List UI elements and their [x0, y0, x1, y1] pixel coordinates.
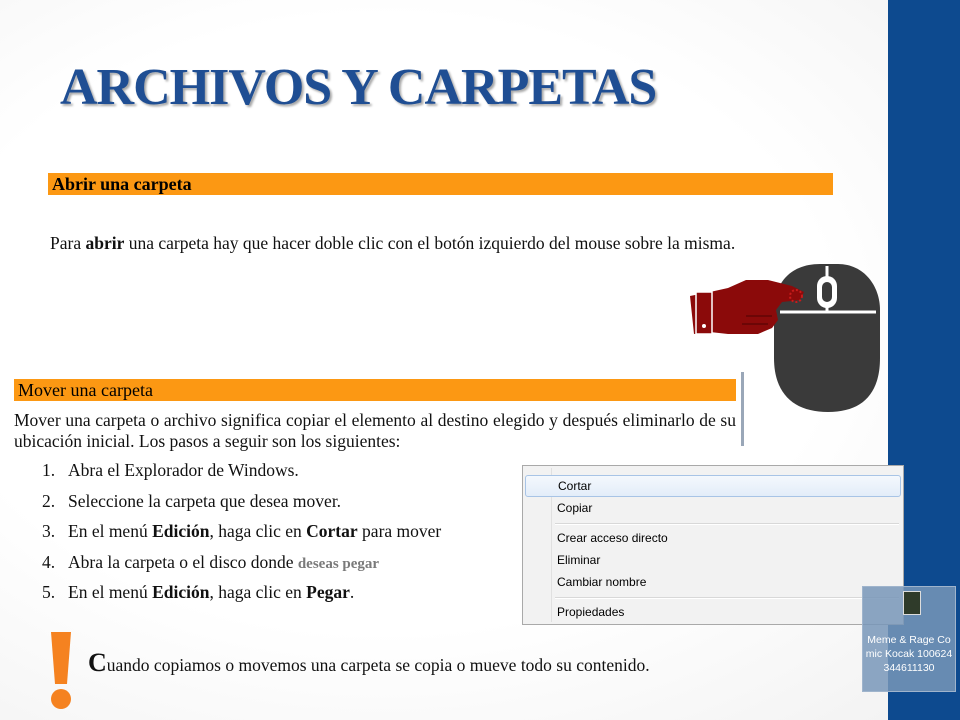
step-number: 5.	[42, 582, 56, 602]
exclamation-icon	[51, 632, 71, 709]
move-step-2: 2. Seleccione la carpeta que desea mover.	[42, 491, 441, 522]
step-text: , haga clic en	[209, 521, 307, 541]
open-folder-paragraph: Para abrir una carpeta hay que hacer dob…	[50, 233, 736, 253]
image-frame-edge	[741, 372, 744, 446]
section-heading-move-folder: Mover una carpeta	[14, 379, 736, 401]
move-step-5: 5. En el menú Edición, haga clic en Pegar…	[42, 582, 441, 613]
slide-title: ARCHIVOS Y CARPETAS	[60, 59, 657, 116]
move-steps-list: 1. Abra el Explorador de Windows. 2. Selecc…	[42, 460, 441, 613]
step-text: Abra el Explorador de Windows.	[68, 460, 299, 480]
step-text: En el menú	[68, 582, 153, 602]
move-step-3: 3. En el menú Edición, haga clic en Corta…	[42, 521, 441, 552]
context-menu: Cortar Copiar Crear acceso directo Elimi…	[522, 465, 904, 625]
section-heading-open-folder: Abrir una carpeta	[48, 173, 833, 195]
image-file-icon	[903, 591, 921, 615]
step-number: 3.	[42, 521, 56, 541]
context-menu-item-eliminar[interactable]: Eliminar	[525, 549, 901, 571]
step-number: 1.	[42, 460, 56, 480]
step-text: , haga clic en	[209, 582, 307, 602]
step-number: 2.	[42, 490, 56, 511]
context-menu-item-cambiar-nombre[interactable]: Cambiar nombre	[525, 571, 901, 593]
step-text: Seleccione la carpeta que desea mover.	[68, 490, 342, 511]
note-paragraph: Cuando copiamos o movemos una carpeta se…	[88, 648, 650, 677]
move-folder-paragraph: Mover una carpeta o archivo significa co…	[14, 410, 736, 451]
step-text: para mover	[357, 521, 442, 541]
context-menu-item-cortar[interactable]: Cortar	[525, 475, 901, 497]
step-text: .	[349, 582, 355, 602]
move-step-4: 4. Abra la carpeta o el disco donde desea…	[42, 552, 441, 583]
step-text: Abra la carpeta o el disco donde	[68, 551, 298, 572]
step-bold-text: Edición	[152, 582, 210, 602]
note-dropcap: C	[88, 648, 107, 677]
step-bold-text: Cortar	[306, 521, 358, 541]
desktop-file-icon[interactable]: Meme & Rage Comic Kocak 100624344611130	[862, 586, 956, 692]
context-menu-item-propiedades[interactable]: Propiedades	[525, 601, 901, 623]
context-menu-item-crear-acceso-directo[interactable]: Crear acceso directo	[525, 527, 901, 549]
step-overlay-text: deseas pegar	[297, 555, 380, 572]
step-number: 4.	[42, 551, 56, 572]
step-bold-text: Edición	[152, 521, 210, 541]
context-menu-separator	[555, 597, 899, 599]
bold-abrir: abrir	[85, 233, 125, 253]
move-step-1: 1. Abra el Explorador de Windows.	[42, 460, 441, 491]
step-text: En el menú	[68, 521, 153, 541]
desktop-file-label: Meme & Rage Comic Kocak 100624344611130	[865, 634, 953, 674]
step-bold-text: Pegar	[306, 582, 350, 602]
context-menu-separator	[555, 523, 899, 525]
context-menu-item-copiar[interactable]: Copiar	[525, 497, 901, 519]
